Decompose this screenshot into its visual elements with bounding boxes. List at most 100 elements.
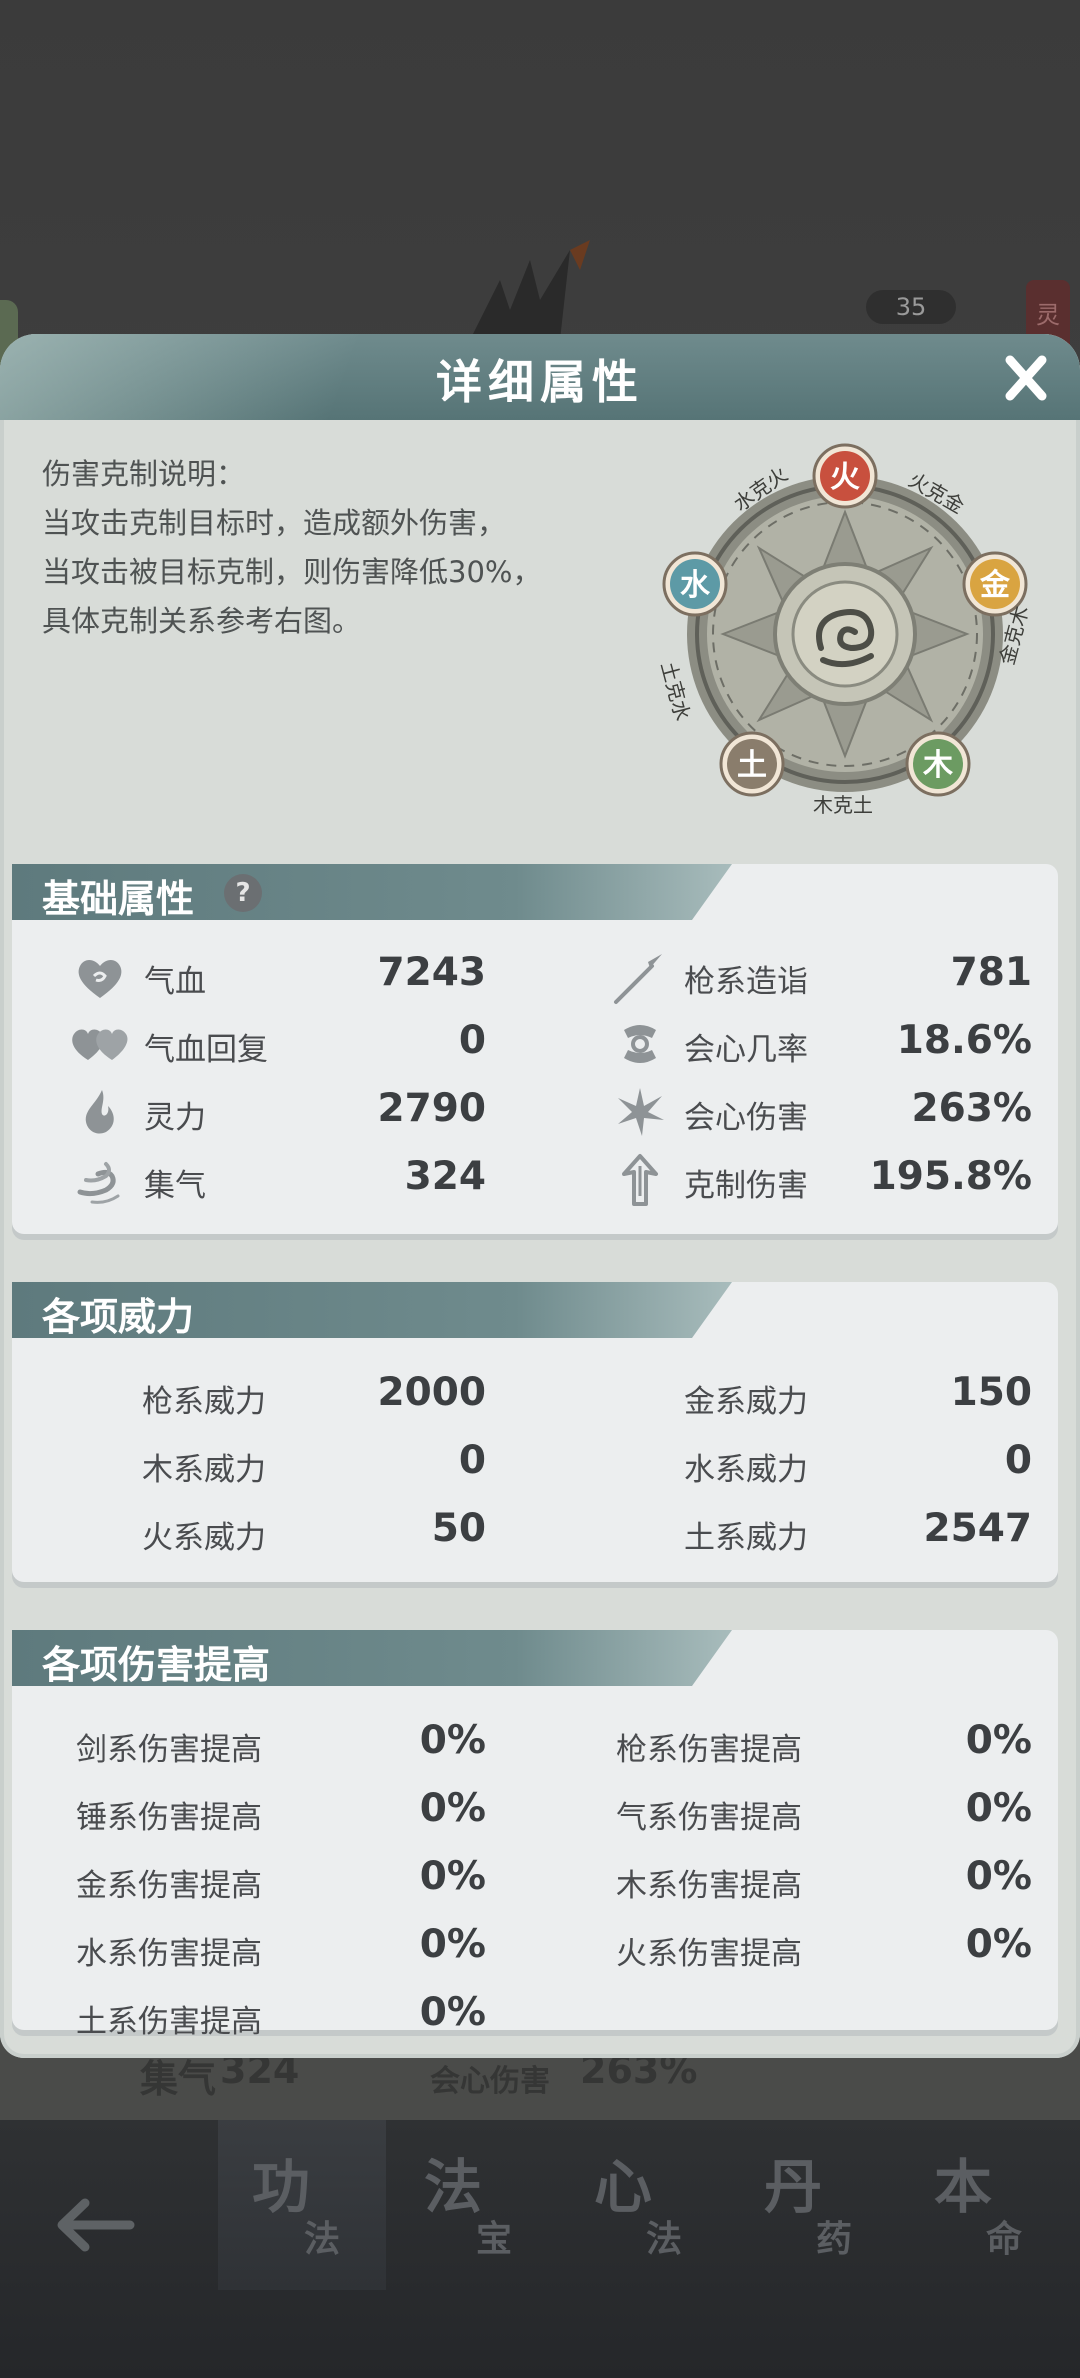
stat-label: 金系伤害提高 — [76, 1868, 262, 1904]
stat-value: 0 — [1004, 1438, 1032, 1483]
stat-label: 克制伤害 — [684, 1168, 808, 1204]
nav-tab-small-char: 法 — [646, 2218, 683, 2260]
double-heart-icon — [72, 1029, 128, 1060]
svg-text:火: 火 — [830, 460, 860, 495]
section-damage-boost: 各项伤害提高 剑系伤害提高 0% 锤系伤害提高 0% 金系伤害提高 0% 水系伤… — [12, 1630, 1058, 2040]
stat-value: 18.6% — [896, 1018, 1032, 1063]
svg-text:金: 金 — [979, 568, 1011, 603]
nav-tab-fabao[interactable]: 法 宝 — [390, 2120, 558, 2290]
section-title: 各项威力 — [42, 1294, 195, 1339]
section-title: 各项伤害提高 — [42, 1642, 271, 1687]
stat-label: 枪系造诣 — [684, 964, 808, 1000]
nav-tab-big-char: 功 — [252, 2153, 311, 2221]
heart-icon — [78, 960, 122, 998]
svg-text:木: 木 — [922, 748, 953, 783]
stat-label: 土系伤害提高 — [76, 2004, 262, 2040]
svg-text:土: 土 — [737, 748, 767, 783]
stat-value: 150 — [950, 1370, 1032, 1415]
counter-explanation: 伤害克制说明： 当攻击克制目标时，造成额外伤害， 当攻击被目标克制，则伤害降低3… — [42, 450, 642, 646]
wheel-center-emblem — [791, 580, 899, 688]
stat-label: 水系威力 — [684, 1452, 808, 1488]
stat-label: 枪系伤害提高 — [616, 1732, 802, 1768]
relation-wood-earth: 木克土 — [813, 793, 873, 817]
explanation-line: 当攻击被目标克制，则伤害降低30%， — [42, 555, 542, 589]
stat-value: 195.8% — [869, 1154, 1032, 1199]
explanation-line: 当攻击克制目标时，造成额外伤害， — [42, 506, 507, 540]
stat-label: 集气 — [144, 1168, 206, 1204]
stat-label: 锤系伤害提高 — [76, 1800, 262, 1836]
stat-value: 0% — [419, 1718, 486, 1763]
close-icon — [1005, 355, 1047, 401]
background-character-silhouette — [470, 240, 590, 340]
stat-label: 木系伤害提高 — [616, 1868, 802, 1904]
stat-value: 263% — [911, 1086, 1033, 1131]
stat-value: 2547 — [923, 1506, 1032, 1551]
bottom-navigation: 功 法 法 宝 心 法 丹 药 本 命 — [0, 2120, 1080, 2378]
stat-value: 0% — [965, 1718, 1032, 1763]
panel-header: 详细属性 — [0, 334, 1080, 420]
stat-value: 0% — [965, 1854, 1032, 1899]
stat-value: 2790 — [377, 1086, 486, 1131]
stat-label: 气血回复 — [144, 1032, 268, 1068]
stat-value: 0% — [419, 1922, 486, 1967]
stat-label: 水系伤害提高 — [76, 1936, 262, 1972]
burst-icon — [618, 1088, 664, 1136]
stat-value: 0% — [419, 1786, 486, 1831]
element-node-water: 水 — [662, 551, 728, 617]
swirl-icon — [77, 1162, 120, 1204]
nav-tab-big-char: 心 — [594, 2153, 653, 2221]
stat-label: 气血 — [144, 964, 206, 1000]
stat-label: 枪系威力 — [142, 1384, 266, 1420]
stat-label: 火系伤害提高 — [616, 1936, 802, 1972]
stat-value: 0% — [419, 1990, 486, 2035]
stat-label: 金系威力 — [684, 1384, 808, 1420]
element-node-earth: 土 — [719, 731, 785, 797]
stat-value: 0% — [965, 1922, 1032, 1967]
back-button[interactable] — [40, 2180, 150, 2270]
nav-tab-gongfa[interactable]: 功 法 — [218, 2120, 386, 2290]
stat-label: 会心几率 — [684, 1032, 808, 1068]
relation-earth-water: 土克水 — [656, 659, 695, 723]
nav-tab-big-char: 法 — [424, 2153, 483, 2221]
stat-value: 324 — [404, 1154, 486, 1199]
nav-tab-xinfa[interactable]: 心 法 — [560, 2120, 728, 2290]
nav-tab-big-char: 丹 — [764, 2153, 823, 2221]
back-arrow-icon — [57, 2198, 135, 2252]
flame-drop-icon — [85, 1090, 114, 1134]
spear-icon — [614, 954, 662, 1004]
explanation-line: 具体克制关系参考右图。 — [42, 604, 362, 638]
nav-tab-benming[interactable]: 本 命 — [900, 2120, 1068, 2290]
stat-label: 会心伤害 — [684, 1100, 808, 1136]
stat-label: 气系伤害提高 — [616, 1800, 802, 1836]
close-button[interactable] — [996, 348, 1056, 408]
stat-label: 剑系伤害提高 — [76, 1732, 262, 1768]
stat-value: 0 — [458, 1018, 486, 1063]
help-icon[interactable]: ? — [224, 874, 262, 912]
stat-value: 0 — [458, 1438, 486, 1483]
five-elements-wheel: 火 金 木 土 水 水克火 火克金 金克木 木克土 土克水 — [656, 443, 1033, 817]
explanation-line: 伤害克制说明： — [42, 457, 246, 491]
nav-tab-small-char: 宝 — [476, 2218, 513, 2260]
nav-tab-danyao[interactable]: 丹 药 — [730, 2120, 898, 2290]
stat-value: 781 — [950, 950, 1032, 995]
element-node-fire: 火 — [812, 443, 878, 509]
section-title: 基础属性 — [42, 876, 195, 921]
stat-label: 火系威力 — [142, 1520, 266, 1556]
stat-value: 2000 — [377, 1370, 486, 1415]
background-level-badge: 35 — [866, 290, 956, 324]
nav-tab-small-char: 法 — [304, 2218, 341, 2260]
stat-value: 0% — [965, 1786, 1032, 1831]
nav-tab-big-char: 本 — [934, 2153, 993, 2221]
stat-label: 土系威力 — [684, 1520, 808, 1556]
stat-value: 7243 — [377, 950, 486, 995]
svg-text:水: 水 — [680, 568, 711, 603]
nav-tab-small-char: 命 — [986, 2218, 1023, 2260]
stat-label: 木系威力 — [142, 1452, 266, 1488]
stat-value: 50 — [431, 1506, 486, 1551]
section-basic-attributes: 基础属性 ? 气血 7243 气血回复 0 灵力 2790 集气 324 枪系造… — [12, 864, 1058, 1234]
detail-attributes-panel: 详细属性 伤害克制说明： 当攻击克制目标时，造成额外伤害， 当攻击被目标克制，则… — [0, 334, 1080, 2058]
stat-label: 灵力 — [144, 1100, 206, 1136]
crit-rate-icon — [624, 1025, 656, 1063]
arrow-up-icon — [622, 1154, 658, 1206]
stat-value: 0% — [419, 1854, 486, 1899]
